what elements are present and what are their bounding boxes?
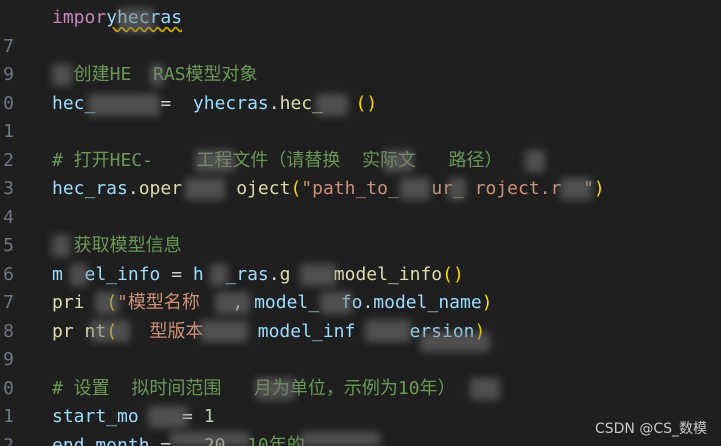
code-token: h _ras [192, 263, 269, 285]
code-token: # 设置 拟时间范围 月为单位，示例为10年） [52, 377, 456, 399]
line-number: 9 [3, 64, 14, 85]
privacy-blur [52, 64, 72, 86]
code-token: model_name [373, 292, 482, 313]
code-text: hec_ras.oper oject("path_to_ ur_ roject.… [52, 175, 605, 203]
line-number: 0 [3, 92, 14, 114]
code-line[interactable]: 2 # 打开HEC- 工程文件（请替换 实际文 路径） [0, 147, 721, 175]
code-text: # 打开HEC- 工程文件（请替换 实际文 路径） [52, 147, 503, 175]
code-line[interactable]: 7 [0, 33, 721, 61]
code-token: . [268, 92, 280, 114]
privacy-blur [90, 320, 130, 342]
code-token: impor [52, 7, 107, 28]
privacy-blur [88, 94, 160, 116]
privacy-blur [148, 406, 188, 428]
line-number: 0 [3, 377, 14, 399]
code-line[interactable]: 4 [0, 204, 721, 232]
privacy-blur [420, 332, 490, 352]
code-text: m el_info = h _ras.g model_info() [52, 261, 464, 289]
code-token: start_mo [52, 406, 139, 427]
privacy-blur [525, 150, 545, 172]
privacy-blur [118, 8, 154, 32]
code-line[interactable]: 5 获取模型信息 [0, 232, 721, 260]
code-token: () [442, 263, 464, 285]
code-token: ) [481, 292, 493, 313]
line-number: 6 [3, 263, 14, 285]
line-number: 5 [3, 235, 14, 256]
code-line[interactable]: imporyhecras [0, 4, 721, 32]
code-text: start_mo = 1 [52, 403, 215, 431]
privacy-blur [365, 320, 411, 342]
code-line[interactable]: 0 # 设置 拟时间范围 月为单位，示例为10年） [0, 375, 721, 403]
code-token: ) [593, 178, 605, 199]
privacy-blur [300, 432, 380, 446]
code-token: = [160, 263, 193, 285]
csdn-watermark: CSDN @CS_数模 [594, 421, 707, 437]
code-token: . [127, 178, 139, 199]
privacy-blur [95, 292, 119, 314]
privacy-blur [316, 94, 348, 116]
privacy-blur [70, 264, 88, 286]
privacy-blur [400, 178, 430, 200]
code-token: oper [138, 178, 183, 199]
code-token: . [268, 263, 280, 285]
code-line[interactable]: 9 创建HE RAS模型对象 [0, 61, 721, 89]
line-number: 2 [3, 149, 14, 171]
code-token: 1 [203, 406, 215, 427]
line-number: 9 [3, 349, 14, 370]
privacy-blur [210, 264, 228, 286]
code-token: end_month [52, 434, 150, 446]
privacy-blur [170, 432, 250, 446]
privacy-blur [470, 378, 500, 400]
line-number: 8 [3, 320, 14, 342]
privacy-blur [200, 320, 248, 342]
line-number: 2 [3, 434, 14, 446]
privacy-blur [300, 264, 336, 286]
code-token: ( [290, 178, 302, 199]
privacy-blur [320, 292, 352, 314]
code-text: # 设置 拟时间范围 月为单位，示例为10年） [52, 375, 456, 403]
privacy-blur [215, 292, 250, 314]
line-number: 1 [3, 121, 14, 142]
code-line[interactable]: 9 [0, 346, 721, 374]
privacy-blur [52, 235, 70, 257]
line-number: 1 [3, 406, 14, 427]
privacy-blur [560, 178, 592, 200]
line-number: 7 [3, 292, 14, 313]
line-number: 4 [3, 206, 14, 228]
line-number: 3 [3, 178, 14, 199]
privacy-blur [255, 378, 295, 400]
code-token: m el_info [52, 263, 161, 285]
code-line[interactable]: 6 m el_info = h _ras.g model_info() [0, 261, 721, 289]
code-text: 获取模型信息 [52, 232, 182, 260]
code-editor[interactable]: imporyhecras79 创建HE RAS模型对象0hec_ = yhecr… [0, 0, 721, 446]
code-token: pri [52, 292, 85, 313]
code-line[interactable]: 1 [0, 118, 721, 146]
privacy-blur [383, 150, 413, 172]
privacy-blur [150, 64, 164, 86]
privacy-blur [195, 150, 235, 172]
code-token: # 打开HEC- 工程文件（请替换 实际文 路径） [52, 149, 503, 171]
code-token: . [362, 292, 374, 313]
code-token: 获取模型信息 [52, 235, 182, 256]
code-line[interactable]: 3 hec_ras.oper oject("path_to_ ur_ roject… [0, 175, 721, 203]
privacy-blur [448, 178, 466, 200]
line-number: 7 [3, 35, 14, 57]
code-token: yhecras [182, 92, 269, 114]
code-token: hec_ras [52, 178, 128, 199]
privacy-blur [185, 178, 225, 200]
